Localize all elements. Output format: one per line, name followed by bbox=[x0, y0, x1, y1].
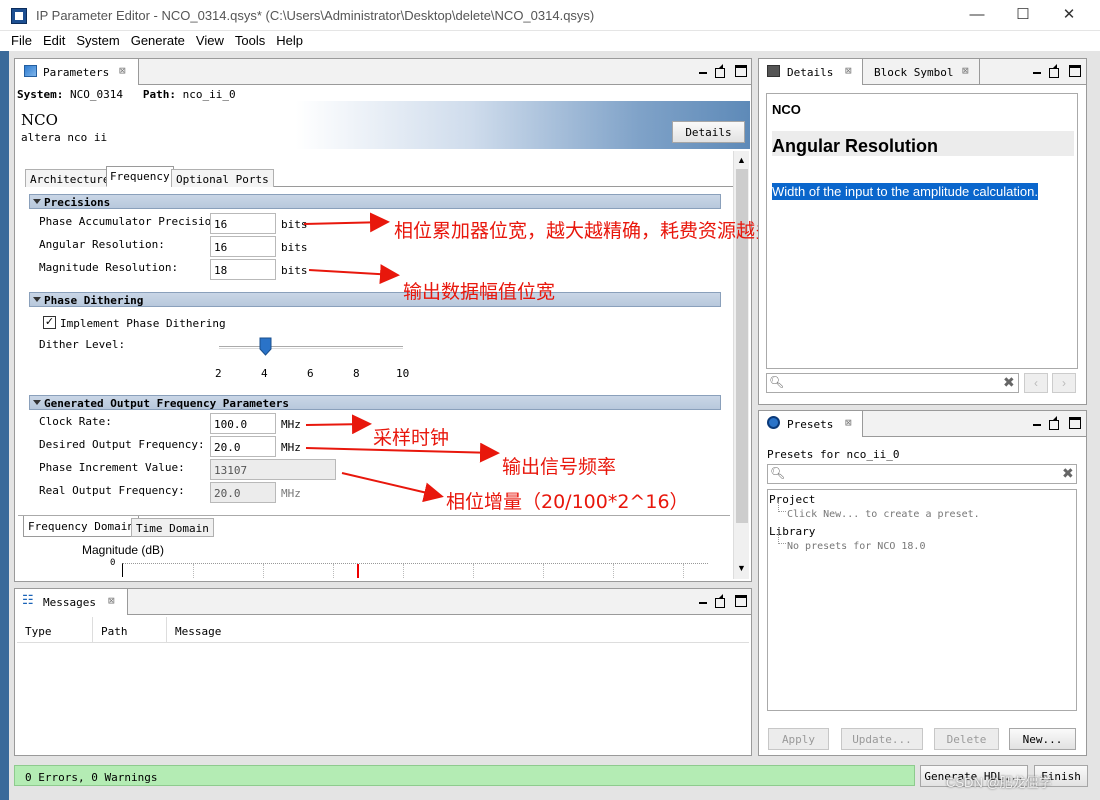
watermark: CSDN @肥龙僵学 bbox=[946, 775, 1052, 790]
tree-connector bbox=[778, 534, 786, 544]
presets-icon bbox=[767, 416, 780, 429]
close-tab-icon[interactable]: ⊠ bbox=[108, 594, 115, 607]
tree-project-hint: Click New... to create a preset. bbox=[787, 509, 980, 520]
param-description: Width of the input to the amplitude calc… bbox=[772, 183, 1038, 200]
column-type[interactable]: Type bbox=[17, 617, 93, 643]
tab-messages[interactable]: ☷ Messages ⊠ bbox=[15, 589, 128, 615]
minimize-button[interactable]: — bbox=[954, 0, 1000, 31]
maximize-panel-icon[interactable] bbox=[1069, 417, 1081, 429]
tab-presets[interactable]: Presets ⊠ bbox=[759, 411, 863, 437]
tab-details[interactable]: Details ⊠ bbox=[759, 59, 863, 85]
domain-area: Frequency Domain Time Domain Magnitude (… bbox=[18, 515, 730, 579]
messages-tabbar: ☷ Messages ⊠ bbox=[15, 589, 751, 615]
plot-gridline bbox=[473, 564, 474, 578]
tab-details-label: Details bbox=[787, 66, 834, 79]
search-icon: 🔍︎ bbox=[770, 466, 786, 480]
spectrum-peak bbox=[357, 564, 359, 578]
plot-gridline bbox=[403, 564, 404, 578]
plot-y-tick: 0 bbox=[110, 558, 116, 568]
delete-button[interactable]: Delete bbox=[934, 728, 999, 750]
annotation-phase-acc: 相位累加器位宽，越大越精确，耗费资源越多 bbox=[394, 220, 775, 242]
status-bar: 0 Errors, 0 Warnings bbox=[14, 765, 915, 786]
scroll-down-icon[interactable]: ▼ bbox=[737, 563, 746, 573]
details-search-input[interactable]: 🔍︎ ✖ bbox=[766, 373, 1019, 393]
tree-project[interactable]: Project bbox=[769, 493, 815, 506]
details-icon bbox=[767, 65, 780, 77]
plot-gridline bbox=[333, 564, 334, 578]
plot-gridline bbox=[683, 564, 684, 578]
annotation-clock: 采样时钟 bbox=[373, 427, 450, 449]
new-preset-button[interactable]: New... bbox=[1009, 728, 1076, 750]
tree-library[interactable]: Library bbox=[769, 525, 815, 538]
annotation-phase-inc: 相位增量（20/100*2^16） bbox=[446, 491, 689, 513]
tab-time-domain[interactable]: Time Domain bbox=[131, 518, 214, 537]
annotation-magnitude: 输出数据幅值位宽 bbox=[403, 281, 556, 303]
close-tab-icon[interactable]: ⊠ bbox=[845, 416, 852, 429]
annotation-output-freq: 输出信号频率 bbox=[502, 456, 617, 478]
minimize-panel-icon[interactable] bbox=[1031, 65, 1043, 77]
details-panel: Details ⊠ Block Symbol ⊠ NCO Angular Res… bbox=[758, 58, 1087, 405]
column-message[interactable]: Message bbox=[167, 617, 221, 643]
presets-tabbar: Presets ⊠ bbox=[759, 411, 1086, 437]
search-next-button[interactable]: › bbox=[1052, 373, 1076, 393]
restore-panel-icon[interactable] bbox=[715, 594, 727, 608]
details-tabbar: Details ⊠ Block Symbol ⊠ bbox=[759, 59, 1086, 85]
spectrum-plot: Magnitude (dB) 0 bbox=[23, 537, 728, 579]
close-button[interactable]: ✕ bbox=[1046, 0, 1092, 31]
messages-table-header: Type Path Message bbox=[17, 617, 749, 643]
details-content: NCO Angular Resolution Width of the inpu… bbox=[766, 93, 1078, 369]
details-heading: NCO bbox=[772, 102, 801, 117]
maximize-button[interactable]: ☐ bbox=[1000, 0, 1046, 31]
minimize-panel-icon[interactable] bbox=[697, 595, 709, 607]
restore-panel-icon[interactable] bbox=[1049, 416, 1061, 430]
restore-panel-icon[interactable] bbox=[1049, 64, 1061, 78]
tab-block-symbol[interactable]: Block Symbol ⊠ bbox=[863, 59, 980, 85]
minimize-panel-icon[interactable] bbox=[1031, 417, 1043, 429]
maximize-panel-icon[interactable] bbox=[1069, 65, 1081, 77]
messages-icon: ☷ bbox=[22, 593, 34, 608]
clear-search-icon[interactable]: ✖ bbox=[1003, 374, 1015, 391]
plot-area bbox=[122, 563, 708, 578]
tab-messages-label: Messages bbox=[43, 596, 96, 609]
plot-gridline bbox=[193, 564, 194, 578]
apply-button[interactable]: Apply bbox=[768, 728, 829, 750]
presets-search-input[interactable]: 🔍︎ ✖ bbox=[767, 464, 1077, 484]
close-tab-icon[interactable]: ⊠ bbox=[962, 64, 969, 77]
update-button[interactable]: Update... bbox=[841, 728, 923, 750]
tab-block-symbol-label: Block Symbol bbox=[874, 66, 954, 79]
presets-for-label: Presets for nco_ii_0 bbox=[767, 448, 900, 461]
messages-panel: ☷ Messages ⊠ Type Path Message bbox=[14, 588, 752, 756]
plot-ylabel: Magnitude (dB) bbox=[82, 543, 165, 557]
close-tab-icon[interactable]: ⊠ bbox=[845, 64, 852, 77]
plot-gridline bbox=[613, 564, 614, 578]
maximize-panel-icon[interactable] bbox=[735, 595, 747, 607]
plot-gridline bbox=[543, 564, 544, 578]
param-title: Angular Resolution bbox=[772, 136, 938, 156]
tree-connector bbox=[778, 502, 786, 512]
tab-presets-label: Presets bbox=[787, 418, 834, 431]
plot-gridline bbox=[263, 564, 264, 578]
search-icon: 🔍︎ bbox=[769, 375, 785, 389]
search-prev-button[interactable]: ‹ bbox=[1024, 373, 1048, 393]
tree-library-hint: No presets for NCO 18.0 bbox=[787, 541, 926, 552]
presets-tree: Project Click New... to create a preset.… bbox=[767, 489, 1077, 711]
clear-search-icon[interactable]: ✖ bbox=[1062, 465, 1074, 482]
column-path[interactable]: Path bbox=[93, 617, 167, 643]
presets-panel: Presets ⊠ Presets for nco_ii_0 🔍︎ ✖ Proj… bbox=[758, 410, 1087, 756]
